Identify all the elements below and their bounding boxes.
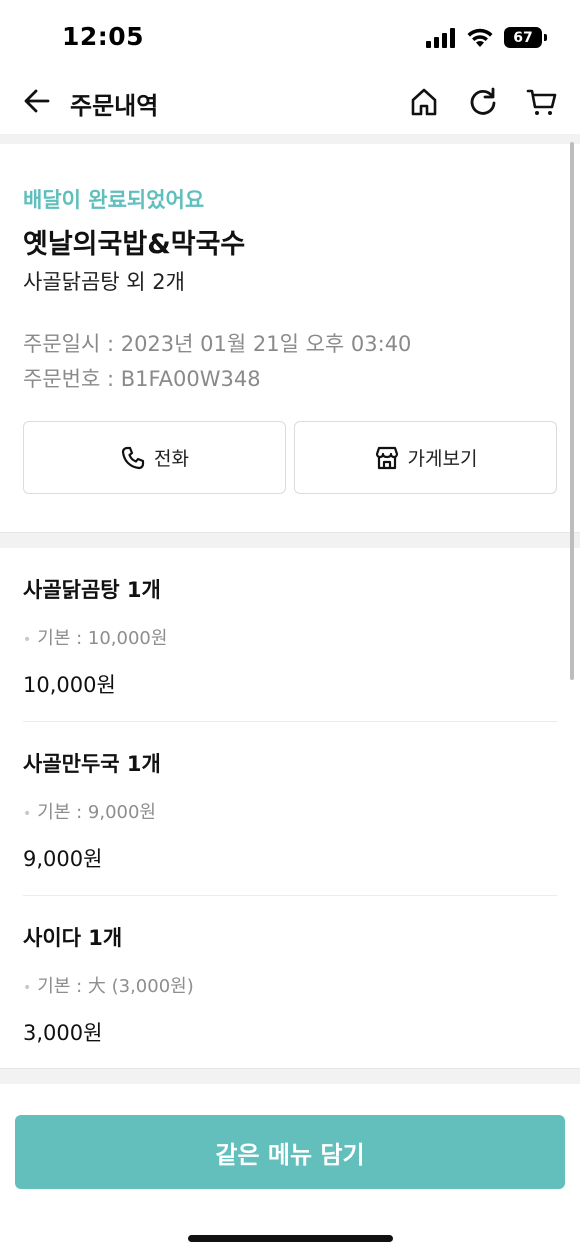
status-bar: 12:05 67 [0, 0, 580, 72]
order-items-summary: 사골닭곰탕 외 2개 [23, 270, 185, 294]
list-item: 사이다 1개 • 기본 : 大 (3,000원) 3,000원 [23, 896, 557, 1070]
add-same-menu-button[interactable]: 같은 메뉴 담기 [15, 1115, 565, 1189]
bullet-icon: • [23, 980, 32, 996]
phone-icon [121, 446, 145, 469]
app-header: 주문내역 [0, 72, 580, 134]
wifi-icon [467, 28, 493, 47]
bullet-icon: • [23, 632, 32, 648]
refresh-icon[interactable] [467, 86, 499, 118]
scrollbar[interactable] [570, 142, 574, 680]
battery-icon: 67 [504, 27, 547, 48]
item-option-text: 기본 : 9,000원 [37, 802, 156, 823]
item-price: 3,000원 [23, 1021, 103, 1045]
item-name: 사골만두국 1개 [23, 752, 161, 776]
item-option: • 기본 : 大 (3,000원) [23, 972, 194, 998]
view-store-button[interactable]: 가게보기 [294, 421, 557, 494]
item-price: 9,000원 [23, 847, 103, 871]
view-store-button-label: 가게보기 [407, 448, 478, 470]
bullet-icon: • [23, 806, 32, 822]
section-divider [0, 134, 580, 144]
order-summary: 배달이 완료되었어요 옛날의국밥&막국수 사골닭곰탕 외 2개 주문일시 : 2… [0, 144, 580, 532]
section-divider [0, 532, 580, 548]
signal-icon [426, 27, 455, 48]
item-option: • 기본 : 10,000원 [23, 624, 167, 650]
list-item: 사골닭곰탕 1개 • 기본 : 10,000원 10,000원 [23, 548, 557, 722]
item-name: 사골닭곰탕 1개 [23, 578, 161, 602]
home-icon[interactable] [408, 86, 440, 118]
item-option-text: 기본 : 大 (3,000원) [37, 976, 194, 997]
order-date: 주문일시 : 2023년 01월 21일 오후 03:40 [23, 332, 412, 356]
store-icon [375, 446, 398, 469]
status-icons: 67 [426, 27, 547, 48]
call-button[interactable]: 전화 [23, 421, 286, 494]
section-divider [0, 1068, 580, 1084]
order-number: 주문번호 : B1FA00W348 [23, 367, 261, 391]
page-title: 주문내역 [70, 92, 159, 120]
back-arrow-icon[interactable] [22, 86, 52, 116]
item-name: 사이다 1개 [23, 926, 123, 950]
item-option: • 기본 : 9,000원 [23, 798, 156, 824]
item-option-text: 기본 : 10,000원 [37, 628, 168, 649]
call-button-label: 전화 [154, 448, 189, 470]
list-item: 사골만두국 1개 • 기본 : 9,000원 9,000원 [23, 722, 557, 896]
cart-icon[interactable] [526, 86, 558, 118]
ordered-items-list: 사골닭곰탕 1개 • 기본 : 10,000원 10,000원 사골만두국 1개 … [0, 548, 580, 1068]
delivery-status: 배달이 완료되었어요 [23, 188, 205, 212]
home-indicator[interactable] [188, 1235, 393, 1242]
status-time: 12:05 [62, 22, 145, 51]
item-price: 10,000원 [23, 673, 116, 697]
store-name: 옛날의국밥&막국수 [23, 229, 246, 260]
